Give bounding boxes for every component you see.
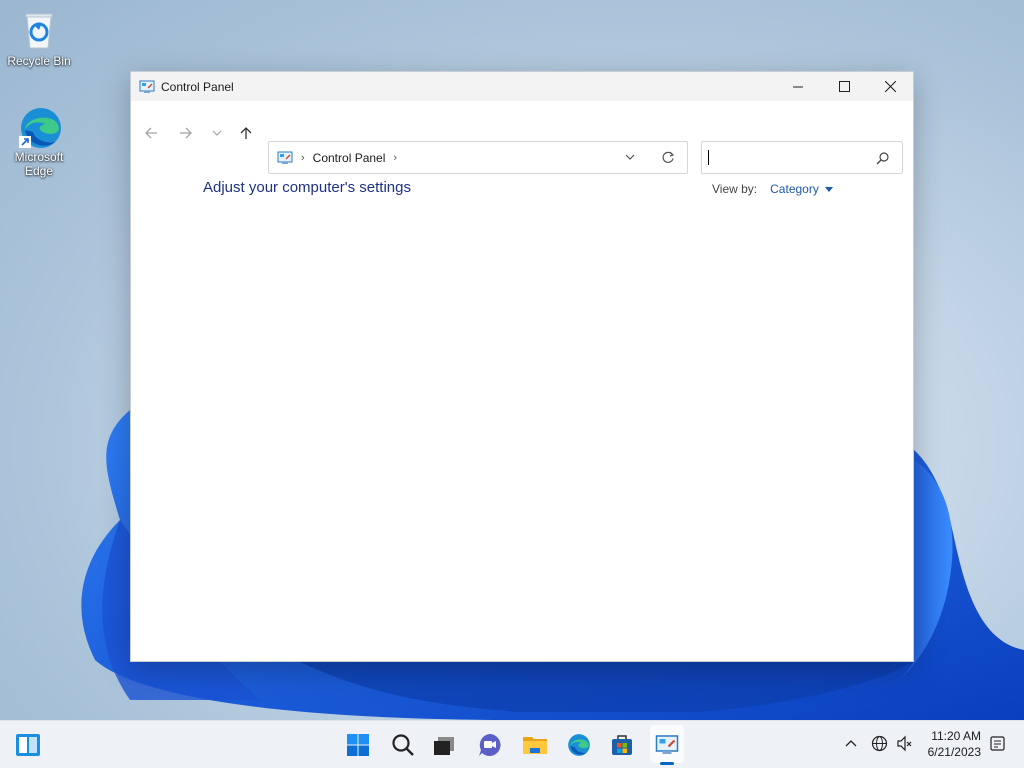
forward-button[interactable] [174, 121, 198, 145]
active-app-indicator [660, 762, 674, 765]
search-button[interactable] [876, 151, 890, 170]
clock[interactable]: 11:20 AM 6/21/2023 [928, 728, 981, 760]
clock-date: 6/21/2023 [927, 745, 981, 759]
chevron-down-icon [212, 130, 222, 136]
notification-icon [990, 736, 1005, 751]
search-icon [392, 734, 414, 756]
chevron-down-icon [625, 154, 635, 160]
store-icon [612, 735, 632, 755]
folder-icon [523, 737, 547, 754]
taskbar-search-button[interactable] [387, 729, 419, 761]
task-view-button[interactable] [428, 729, 460, 761]
view-by-control: View by: Category [712, 182, 833, 196]
volume-button[interactable] [896, 735, 913, 757]
control-panel-icon [277, 151, 293, 164]
desktop-icon-label: Microsoft Edge [14, 150, 64, 178]
edge-icon [568, 734, 590, 756]
maximize-button[interactable] [821, 72, 867, 101]
task-view-icon [434, 737, 454, 755]
search-box[interactable] [701, 141, 903, 174]
address-dropdown-button[interactable] [623, 150, 637, 169]
chat-button[interactable] [474, 729, 506, 761]
window-title: Control Panel [161, 79, 234, 94]
store-button[interactable] [606, 729, 638, 761]
control-panel-taskbar-button[interactable] [651, 729, 683, 761]
breadcrumb-control-panel[interactable]: Control Panel [313, 151, 386, 165]
chat-icon [479, 734, 501, 756]
dropdown-arrow-icon[interactable] [824, 186, 833, 192]
control-panel-icon [655, 735, 679, 754]
arrow-up-icon [240, 127, 252, 139]
close-icon [884, 81, 896, 92]
search-input[interactable] [708, 148, 862, 170]
chevron-up-icon [845, 740, 857, 747]
edge-button[interactable] [563, 729, 595, 761]
maximize-icon [838, 81, 850, 92]
recycle-bin-icon [17, 8, 61, 52]
chevron-right-icon[interactable]: › [393, 152, 397, 164]
arrow-left-icon [145, 127, 157, 139]
arrow-right-icon [180, 127, 192, 139]
address-bar[interactable]: › Control Panel › [268, 141, 688, 174]
view-by-label: View by: [712, 182, 758, 196]
widgets-icon [16, 734, 40, 756]
page-title: Adjust your computer's settings [203, 179, 411, 196]
back-button[interactable] [139, 121, 163, 145]
search-icon [876, 152, 889, 165]
title-bar[interactable]: Control Panel [131, 72, 913, 101]
close-button[interactable] [867, 72, 913, 101]
recent-locations-button[interactable] [205, 121, 229, 145]
desktop-icon-label: Recycle Bin [7, 54, 71, 68]
notification-button[interactable] [989, 735, 1006, 757]
show-hidden-icons-button[interactable] [844, 736, 858, 755]
globe-icon [871, 735, 888, 752]
refresh-button[interactable] [661, 150, 675, 169]
taskbar: 11:20 AM 6/21/2023 [0, 720, 1024, 768]
control-panel-icon [139, 80, 155, 93]
widgets-button[interactable] [12, 729, 44, 761]
windows-start-icon [347, 734, 369, 756]
control-panel-window: Control Panel › Control Panel › Adjust y… [130, 71, 914, 662]
speaker-muted-icon [897, 735, 912, 752]
desktop-icon-recycle-bin[interactable]: Recycle Bin [1, 8, 77, 68]
up-button[interactable] [234, 121, 258, 145]
text-caret [708, 150, 709, 165]
navigation-bar: › Control Panel › [131, 101, 913, 174]
minimize-icon [793, 86, 803, 87]
view-by-dropdown[interactable]: Category [770, 182, 819, 196]
file-explorer-button[interactable] [519, 729, 551, 761]
chevron-right-icon[interactable]: › [301, 152, 305, 164]
refresh-icon [662, 151, 675, 163]
clock-time: 11:20 AM [931, 729, 981, 743]
network-button[interactable] [871, 735, 888, 757]
desktop-icon-microsoft-edge[interactable]: Microsoft Edge [1, 104, 77, 178]
minimize-button[interactable] [775, 72, 821, 101]
edge-icon [17, 104, 61, 148]
start-button[interactable] [342, 729, 374, 761]
